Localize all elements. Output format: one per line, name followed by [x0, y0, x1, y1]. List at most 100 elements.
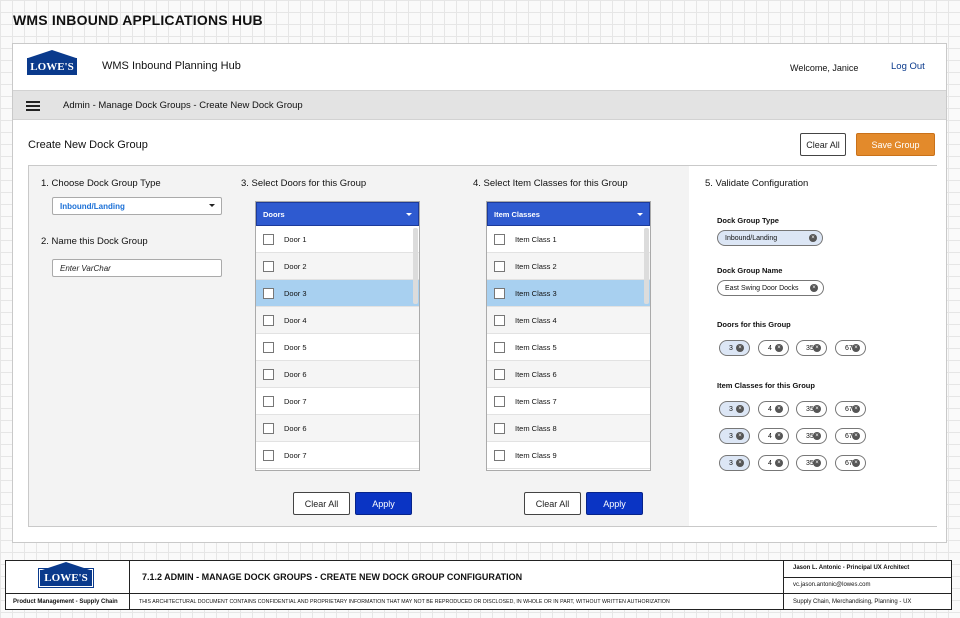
step-2-label: 2. Name this Dock Group — [41, 236, 148, 247]
close-icon[interactable]: × — [852, 459, 860, 467]
checkbox[interactable] — [263, 341, 274, 353]
logout-link[interactable]: Log Out — [891, 61, 925, 72]
checkbox[interactable] — [494, 287, 505, 299]
item-class-row[interactable]: Item Class 8 — [487, 415, 650, 442]
door-row[interactable]: Door 6 — [256, 361, 419, 388]
close-icon[interactable]: × — [775, 432, 783, 440]
checkbox[interactable] — [263, 287, 274, 299]
value-chip: 4 × — [758, 428, 789, 444]
door-row[interactable]: Door 5 — [256, 334, 419, 361]
checkbox[interactable] — [494, 422, 505, 434]
chip-label: 3 — [729, 432, 733, 440]
checkbox[interactable] — [494, 449, 505, 461]
checkbox[interactable] — [263, 422, 274, 434]
value-chip: 4 × — [758, 401, 789, 417]
lowes-logo[interactable]: LOWE'S — [27, 58, 77, 75]
item-class-row[interactable]: Item Class 6 — [487, 361, 650, 388]
checkbox[interactable] — [494, 260, 505, 272]
doors-apply-button[interactable]: Apply — [355, 492, 412, 515]
doors-clear-all-button[interactable]: Clear All — [293, 492, 350, 515]
close-icon[interactable]: × — [775, 459, 783, 467]
close-icon[interactable]: × — [852, 405, 860, 413]
item-class-row[interactable]: Item Class 9 — [487, 442, 650, 469]
validate-dock-type-label: Dock Group Type — [717, 216, 779, 225]
checkbox[interactable] — [494, 314, 505, 326]
close-icon[interactable]: × — [852, 432, 860, 440]
close-icon[interactable]: × — [813, 344, 821, 352]
close-icon[interactable]: × — [813, 405, 821, 413]
close-icon[interactable]: × — [736, 405, 744, 413]
item-class-label: Item Class 3 — [515, 288, 557, 298]
item-class-label: Item Class 1 — [515, 234, 557, 244]
dock-group-name-input[interactable]: Enter VarChar — [52, 259, 222, 277]
item-class-row[interactable]: Item Class 7 — [487, 388, 650, 415]
document-footer: LOWE'S Product Management - Supply Chain… — [5, 560, 952, 610]
checkbox[interactable] — [263, 395, 274, 407]
close-icon[interactable]: × — [810, 284, 818, 292]
door-label: Door 1 — [284, 234, 307, 244]
validate-panel: 5. Validate Configuration Dock Group Typ… — [689, 166, 937, 526]
item-class-row[interactable]: Item Class 1 — [487, 226, 650, 253]
validate-dock-name-value: East Swing Door Docks — [725, 284, 799, 292]
chip-label: 4 — [768, 405, 772, 413]
item-class-label: Item Class 5 — [515, 342, 557, 352]
value-chip: 35 × — [796, 340, 827, 356]
value-chip: 35 × — [796, 428, 827, 444]
checkbox[interactable] — [263, 368, 274, 380]
step-5-label: 5. Validate Configuration — [705, 178, 809, 189]
item-classes-dropdown-header[interactable]: Item Classes — [487, 202, 650, 226]
close-icon[interactable]: × — [736, 344, 744, 352]
footer-confidential-notice: THIS ARCHITECTURAL DOCUMENT CONTAINS CON… — [139, 599, 670, 605]
validate-dock-name-label: Dock Group Name — [717, 266, 783, 275]
checkbox[interactable] — [494, 233, 505, 245]
item-class-row[interactable]: Item Class 3 — [487, 280, 650, 307]
item-class-row[interactable]: Item Class 5 — [487, 334, 650, 361]
door-row[interactable]: Door 7 — [256, 442, 419, 469]
door-row[interactable]: Door 2 — [256, 253, 419, 280]
chip-label: 4 — [768, 344, 772, 352]
dock-group-type-select[interactable]: Inbound/Landing — [52, 197, 222, 215]
checkbox[interactable] — [263, 314, 274, 326]
value-chip: 3 × — [719, 428, 750, 444]
door-row[interactable]: Door 7 — [256, 388, 419, 415]
save-group-button[interactable]: Save Group — [856, 133, 935, 156]
close-icon[interactable]: × — [736, 432, 744, 440]
clear-all-button[interactable]: Clear All — [800, 133, 846, 156]
doors-dropdown-header[interactable]: Doors — [256, 202, 419, 226]
item-classes-rows: Item Class 1 Item Class 2 Item Class 3 Item… — [487, 226, 650, 469]
checkbox[interactable] — [494, 368, 505, 380]
door-row[interactable]: Door 6 — [256, 415, 419, 442]
checkbox[interactable] — [263, 233, 274, 245]
item-classes-clear-all-button[interactable]: Clear All — [524, 492, 581, 515]
hamburger-menu-icon[interactable] — [26, 101, 40, 111]
close-icon[interactable]: × — [736, 459, 744, 467]
close-icon[interactable]: × — [813, 432, 821, 440]
item-classes-scrollbar[interactable] — [644, 228, 649, 304]
doors-header-label: Doors — [263, 209, 285, 219]
checkbox[interactable] — [263, 260, 274, 272]
item-class-row[interactable]: Item Class 2 — [487, 253, 650, 280]
item-classes-list: Item Classes Item Class 1 Item Class 2 Ite… — [486, 201, 651, 471]
checkbox[interactable] — [494, 341, 505, 353]
chip-label: 3 — [729, 344, 733, 352]
door-row[interactable]: Door 1 — [256, 226, 419, 253]
chip-label: 3 — [729, 405, 733, 413]
checkbox[interactable] — [494, 395, 505, 407]
doors-scrollbar[interactable] — [413, 228, 418, 304]
app-frame: LOWE'S WMS Inbound Planning Hub Welcome,… — [12, 43, 947, 543]
close-icon[interactable]: × — [775, 405, 783, 413]
app-header: LOWE'S WMS Inbound Planning Hub Welcome,… — [13, 44, 946, 90]
close-icon[interactable]: × — [813, 459, 821, 467]
value-chip: 67 × — [835, 455, 866, 471]
door-label: Door 7 — [284, 396, 307, 406]
item-classes-apply-button[interactable]: Apply — [586, 492, 643, 515]
item-class-row[interactable]: Item Class 4 — [487, 307, 650, 334]
door-row[interactable]: Door 4 — [256, 307, 419, 334]
door-label: Door 5 — [284, 342, 307, 352]
value-chip: 4 × — [758, 455, 789, 471]
close-icon[interactable]: × — [809, 234, 817, 242]
close-icon[interactable]: × — [775, 344, 783, 352]
checkbox[interactable] — [263, 449, 274, 461]
close-icon[interactable]: × — [852, 344, 860, 352]
door-row[interactable]: Door 3 — [256, 280, 419, 307]
